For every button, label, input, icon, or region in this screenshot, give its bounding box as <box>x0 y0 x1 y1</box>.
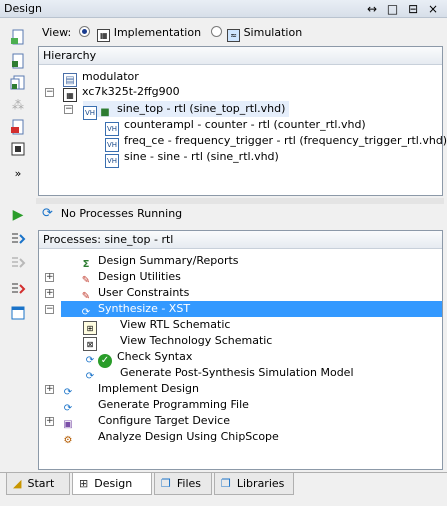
open-view-icon[interactable] <box>9 304 27 322</box>
vhdl-file-icon: VH <box>105 154 119 168</box>
files-icon: ❐ <box>161 477 171 490</box>
chipscope-icon: ⚙ <box>63 435 73 446</box>
process-design-utilities[interactable]: ✎ Design Utilities <box>79 269 181 286</box>
view-label: View: <box>42 26 72 39</box>
tree-item-sine[interactable]: VH sine - sine - rtl (sine_rtl.vhd) <box>105 149 279 168</box>
start-icon: ◢ <box>13 477 22 490</box>
simulation-radio[interactable] <box>210 26 222 37</box>
process-user-constraints[interactable]: ✎ User Constraints <box>79 285 190 302</box>
expand-implement-design[interactable]: + <box>45 385 54 394</box>
remove-source-icon[interactable] <box>9 118 27 136</box>
device-chip-icon: ▦ <box>63 88 77 102</box>
expand-design-utilities[interactable]: + <box>45 273 54 282</box>
tree-item-freq-ce[interactable]: VH freq_ce - frequency_trigger - rtl (fre… <box>105 133 447 152</box>
tree-item-counterampl[interactable]: VH counterampl - counter - rtl (counter_r… <box>105 117 366 136</box>
collapse-synthesize[interactable]: − <box>45 305 54 314</box>
process-configure-target-device[interactable]: ▣ Configure Target Device <box>61 413 230 430</box>
hierarchy-header: Hierarchy <box>39 47 442 65</box>
tree-item-project[interactable]: ▤ modulator <box>63 69 139 87</box>
refresh-icon: ⟳ <box>42 206 53 221</box>
window-controls[interactable]: ↔ □ ⊟ × <box>367 0 441 18</box>
libraries-icon: ❐ <box>221 477 231 490</box>
tab-start[interactable]: ◢ Start <box>6 473 70 495</box>
tab-libraries[interactable]: ❐ Libraries <box>214 473 294 495</box>
process-toolbar: ▶ <box>0 202 36 470</box>
rerun-icon[interactable] <box>9 230 27 248</box>
simulation-icon: ≈ <box>227 29 241 42</box>
add-source-icon[interactable] <box>9 52 27 70</box>
panel-title: Design <box>4 2 42 15</box>
rerun-all-icon <box>9 254 27 272</box>
implementation-option-label[interactable]: Implementation <box>114 26 201 39</box>
chip-icon: ▦ <box>97 29 111 42</box>
run-icon[interactable]: ▶ <box>9 206 27 224</box>
processes-panel: Processes: sine_top - rtl Σ Design Summar… <box>38 230 443 470</box>
expand-configure-target[interactable]: + <box>45 417 54 426</box>
hierarchy-disabled-icon: ⁂ <box>12 98 24 112</box>
processes-header: Processes: sine_top - rtl <box>39 231 442 249</box>
status-text: No Processes Running <box>60 207 183 220</box>
process-analyze-chipscope[interactable]: ⚙ Analyze Design Using ChipScope <box>61 429 279 446</box>
expand-user-constraints[interactable]: + <box>45 289 54 298</box>
new-source-icon[interactable] <box>9 28 27 46</box>
tree-item-device[interactable]: ▦ xc7k325t-2ffg900 <box>63 84 180 102</box>
tab-design[interactable]: ⊞ Design <box>72 473 152 495</box>
properties-icon[interactable] <box>9 140 27 158</box>
process-status: ⟳ No Processes Running <box>42 206 182 222</box>
process-implement-design[interactable]: ⟳ Implement Design <box>61 381 199 398</box>
hierarchy-panel: Hierarchy ▤ modulator − ▦ xc7k325t-2ffg900… <box>38 46 447 196</box>
process-view-technology-schematic[interactable]: ⊠ View Technology Schematic <box>83 333 272 351</box>
add-copy-source-icon[interactable] <box>9 74 27 92</box>
process-synthesize-xst[interactable]: ⟳ Synthesize - XST <box>61 301 442 318</box>
tab-files[interactable]: ❐ Files <box>154 473 212 495</box>
collapse-sine-top-toggle[interactable]: − <box>64 105 73 114</box>
panel-splitter[interactable] <box>36 198 444 204</box>
process-generate-programming-file[interactable]: ⟳ Generate Programming File <box>61 397 249 414</box>
tree-item-sine-top[interactable]: VH ■ sine_top - rtl (sine_top_rtl.vhd) <box>83 101 290 120</box>
process-generate-post-synthesis[interactable]: ⟳ Generate Post-Synthesis Simulation Mode… <box>83 365 354 382</box>
bottom-tab-bar: ◢ Start ⊞ Design ❐ Files ❐ Libraries <box>0 472 447 495</box>
design-icon: ⊞ <box>79 477 89 490</box>
process-view-rtl-schematic[interactable]: ⊞ View RTL Schematic <box>83 317 230 335</box>
stop-icon[interactable] <box>9 280 27 298</box>
simulation-option-label[interactable]: Simulation <box>244 26 303 39</box>
collapse-device-toggle[interactable]: − <box>45 88 54 97</box>
hierarchy-toolbar: ⁂ » <box>0 20 36 200</box>
view-selector: View: ▦ Implementation ≈ Simulation <box>36 22 444 44</box>
process-check-syntax[interactable]: ⟳ ✓ Check Syntax <box>83 349 192 368</box>
chevron-down-icon[interactable]: » <box>9 164 27 182</box>
implementation-radio[interactable] <box>78 26 90 37</box>
vhdl-file-icon: VH <box>83 106 97 120</box>
process-design-summary[interactable]: Σ Design Summary/Reports <box>79 253 239 270</box>
